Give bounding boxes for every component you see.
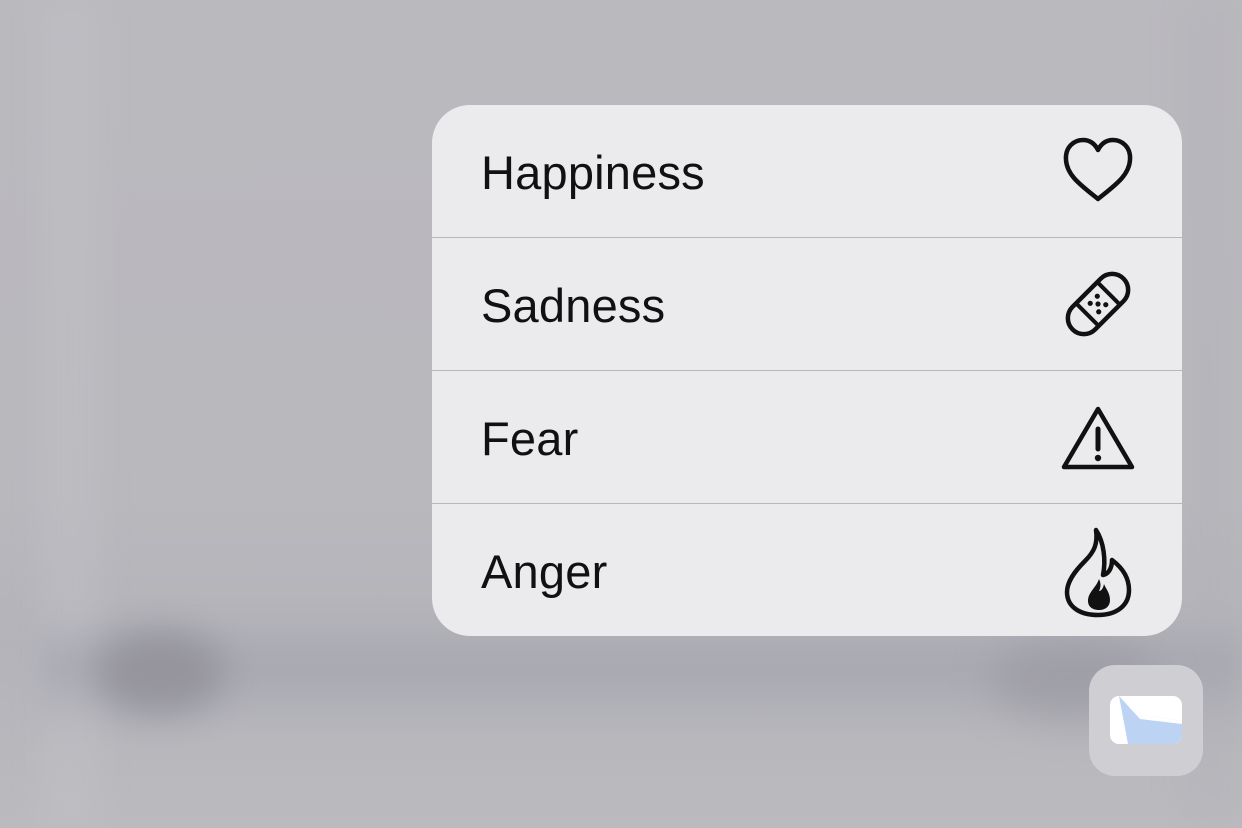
menu-item-happiness[interactable]: Happiness <box>432 105 1182 237</box>
menu-item-label: Anger <box>481 545 608 598</box>
flame-icon <box>1058 526 1138 618</box>
app-launcher-button[interactable] <box>1089 665 1203 776</box>
heart-icon <box>1058 131 1138 211</box>
menu-item-label: Sadness <box>481 279 666 332</box>
context-menu: Happiness Sadness Fear Anger <box>432 105 1182 636</box>
warning-triangle-icon <box>1058 397 1138 477</box>
menu-item-fear[interactable]: Fear <box>432 371 1182 503</box>
emotions-app-icon <box>1110 696 1182 744</box>
menu-item-label: Fear <box>481 412 579 465</box>
background-blurred-shape <box>95 630 225 715</box>
menu-item-anger[interactable]: Anger <box>432 504 1182 636</box>
menu-item-label: Happiness <box>481 146 705 199</box>
menu-item-sadness[interactable]: Sadness <box>432 238 1182 370</box>
bandage-icon <box>1058 264 1138 344</box>
